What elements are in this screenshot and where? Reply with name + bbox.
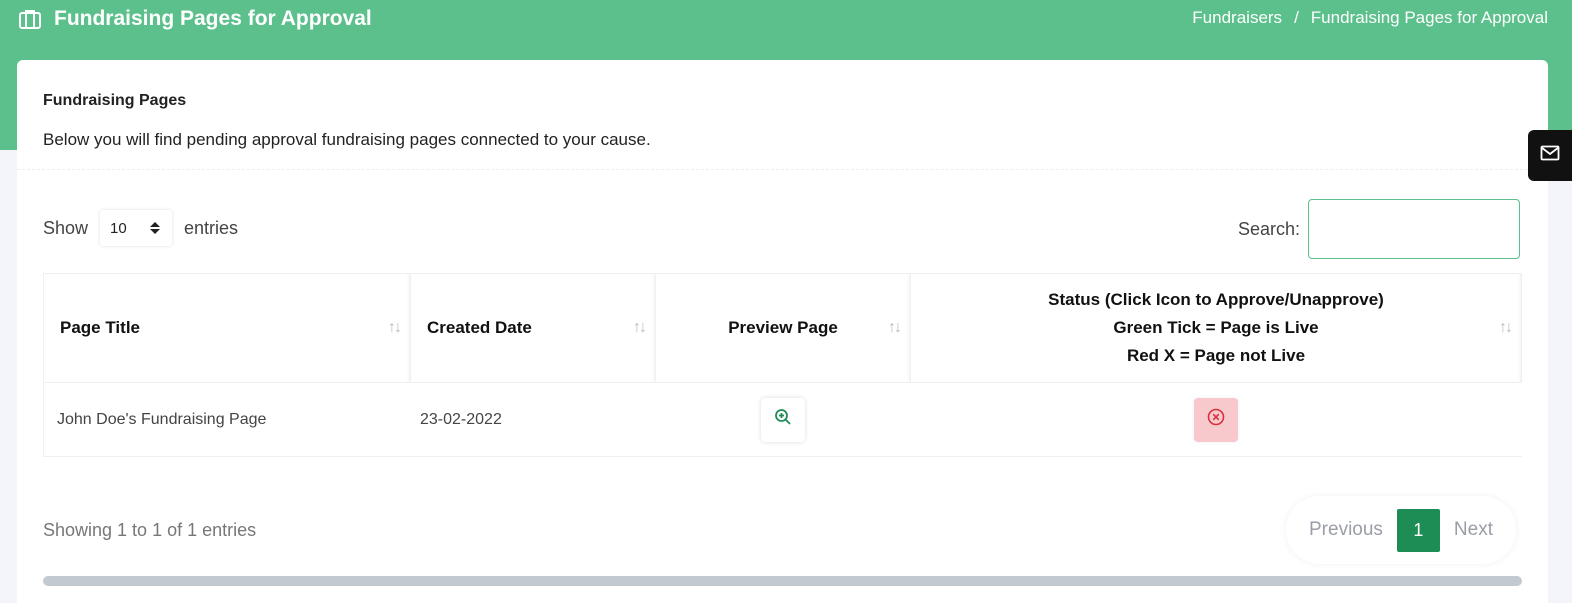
entries-select-value: 10 xyxy=(110,219,127,237)
card-header: Fundraising Pages Below you will find pe… xyxy=(17,60,1548,170)
status-header-line-1: Status (Click Icon to Approve/Unapprove) xyxy=(1048,290,1384,309)
page-title-text: Fundraising Pages for Approval xyxy=(54,7,372,30)
sort-icon: ↑↓ xyxy=(633,319,647,336)
fundraising-pages-table: Page Title ↑↓ Created Date ↑↓ Preview Pa… xyxy=(43,273,1522,457)
sort-icon: ↑↓ xyxy=(388,319,402,336)
zoom-in-icon xyxy=(774,408,792,431)
search-control: Search: xyxy=(1238,199,1521,259)
cell-created-date: 23-02-2022 xyxy=(410,383,655,457)
column-header-page-title[interactable]: Page Title ↑↓ xyxy=(43,273,410,383)
column-header-created-date-label: Created Date xyxy=(427,318,532,337)
column-header-preview-page[interactable]: Preview Page ↑↓ xyxy=(655,273,910,383)
pagination-previous[interactable]: Previous xyxy=(1309,519,1383,541)
card-description: Below you will find pending approval fun… xyxy=(43,130,651,149)
preview-page-button[interactable] xyxy=(760,397,805,442)
content-card: Fundraising Pages Below you will find pe… xyxy=(17,60,1548,603)
cell-page-title: John Doe's Fundraising Page xyxy=(43,383,410,457)
x-circle-icon xyxy=(1207,408,1225,431)
pagination-next[interactable]: Next xyxy=(1454,519,1493,541)
breadcrumb: Fundraisers / Fundraising Pages for Appr… xyxy=(1192,8,1548,28)
status-toggle-button[interactable] xyxy=(1194,397,1238,442)
entries-label: entries xyxy=(184,217,239,238)
briefcase-icon xyxy=(18,8,42,30)
pagination-page-1[interactable]: 1 xyxy=(1396,508,1440,552)
card-title: Fundraising Pages xyxy=(43,92,187,109)
search-label: Search: xyxy=(1238,218,1301,239)
table-info: Showing 1 to 1 of 1 entries xyxy=(43,520,257,540)
mail-icon xyxy=(1540,145,1560,166)
sort-icon: ↑↓ xyxy=(888,319,902,336)
select-arrows-icon xyxy=(150,222,161,234)
pagination: Previous 1 Next xyxy=(1286,496,1516,564)
sort-icon: ↑↓ xyxy=(1499,319,1513,336)
entries-select[interactable]: 10 xyxy=(100,210,173,246)
search-input[interactable] xyxy=(1308,199,1521,259)
column-header-created-date[interactable]: Created Date ↑↓ xyxy=(410,273,655,383)
column-header-status[interactable]: Status (Click Icon to Approve/Unapprove)… xyxy=(910,273,1522,383)
breadcrumb-separator: / xyxy=(1294,8,1299,27)
breadcrumb-fundraisers-link[interactable]: Fundraisers xyxy=(1192,8,1282,28)
horizontal-scrollbar[interactable] xyxy=(43,576,1522,586)
breadcrumb-current: Fundraising Pages for Approval xyxy=(1310,8,1548,27)
show-label: Show xyxy=(43,217,89,238)
status-header-line-2: Green Tick = Page is Live xyxy=(1113,318,1319,337)
show-entries-control: Show 10 entries xyxy=(43,210,238,246)
mail-tab[interactable] xyxy=(1528,130,1572,181)
cell-status xyxy=(910,383,1522,457)
cell-preview xyxy=(655,383,910,457)
column-header-page-title-label: Page Title xyxy=(60,318,140,337)
table-row: John Doe's Fundraising Page 23-02-2022 xyxy=(43,383,1522,457)
status-header-line-3: Red X = Page not Live xyxy=(1126,346,1306,365)
column-header-preview-page-label: Preview Page xyxy=(728,318,838,337)
page-title: Fundraising Pages for Approval xyxy=(18,6,372,32)
